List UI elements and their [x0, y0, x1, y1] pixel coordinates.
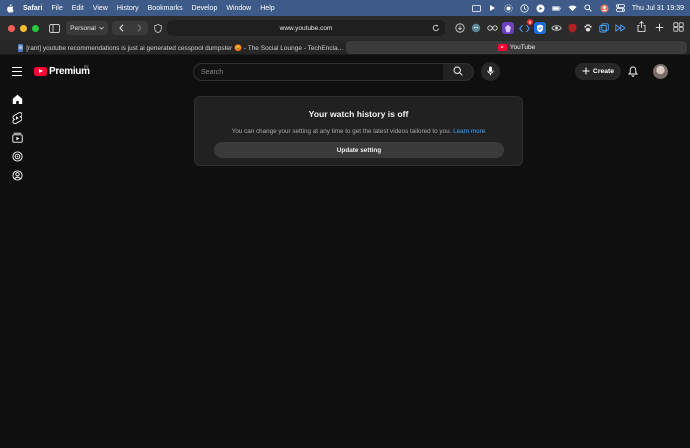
- shield-icon[interactable]: [534, 22, 546, 34]
- play-circle-icon[interactable]: [536, 4, 545, 13]
- url-text: www.youtube.com: [279, 24, 333, 32]
- menubar-status-area: Thu Jul 31 19:39: [471, 0, 684, 16]
- search-icon: [453, 63, 463, 81]
- spotlight-icon[interactable]: [584, 4, 593, 13]
- brightness-icon[interactable]: [504, 3, 513, 13]
- control-center-icon[interactable]: [615, 4, 625, 13]
- account-icon[interactable]: [11, 169, 23, 181]
- reload-icon[interactable]: [431, 23, 441, 33]
- tab-overview-icon[interactable]: [673, 19, 684, 37]
- control-icon[interactable]: [471, 4, 481, 13]
- learn-more-link[interactable]: Learn more: [453, 128, 485, 135]
- card-message: You can change your setting at any time …: [195, 128, 522, 135]
- search-placeholder: Search: [201, 68, 224, 76]
- profile-selector[interactable]: Personal: [66, 21, 108, 35]
- youtube-logo-icon: [34, 67, 47, 76]
- notifications-bell-icon[interactable]: [627, 65, 639, 77]
- your-channel-icon[interactable]: [11, 150, 23, 162]
- menu-window[interactable]: Window: [226, 5, 251, 12]
- tab-bar: ⊞ [rant] youtube recommendations is just…: [0, 40, 690, 55]
- subscriptions-icon[interactable]: [11, 131, 23, 143]
- safari-toolbar: Personal www.youtube.com 9: [0, 16, 690, 40]
- address-bar[interactable]: www.youtube.com: [167, 20, 445, 36]
- obsidian-extension-icon[interactable]: [502, 22, 514, 34]
- new-tab-icon[interactable]: [655, 19, 664, 37]
- extensions-bar: 9: [454, 19, 626, 36]
- navigation-buttons: [112, 21, 148, 35]
- guide-menu-icon[interactable]: [12, 67, 22, 76]
- minimize-window-button[interactable]: [20, 24, 27, 32]
- battery-icon[interactable]: [551, 4, 561, 13]
- menu-view[interactable]: View: [93, 5, 108, 12]
- create-label: Create: [592, 68, 615, 75]
- search-input[interactable]: Search: [193, 63, 445, 81]
- card-message-text: You can change your setting at any time …: [231, 128, 452, 135]
- apple-icon[interactable]: [6, 3, 14, 13]
- microphone-icon: [487, 63, 494, 81]
- macos-menubar: Safari File Edit View History Bookmarks …: [0, 0, 690, 16]
- fast-forward-extension-icon[interactable]: [614, 22, 626, 34]
- eye-extension-icon[interactable]: [550, 22, 562, 34]
- close-window-button[interactable]: [8, 24, 15, 32]
- privacy-report-icon[interactable]: [152, 21, 164, 35]
- download-icon[interactable]: [454, 22, 466, 34]
- menu-file[interactable]: File: [51, 5, 62, 12]
- menu-app-name[interactable]: Safari: [23, 5, 42, 12]
- chevron-down-icon: [99, 25, 104, 32]
- tab-forum-thread[interactable]: ⊞ [rant] youtube recommendations is just…: [15, 41, 343, 54]
- menubar-clock[interactable]: Thu Jul 31 19:39: [632, 5, 684, 12]
- ghost-extension-icon[interactable]: [470, 22, 482, 34]
- window-controls: [8, 24, 39, 32]
- back-button[interactable]: [112, 21, 130, 35]
- menu-bookmarks[interactable]: Bookmarks: [148, 5, 183, 12]
- menu-help[interactable]: Help: [260, 5, 274, 12]
- paw-extension-icon[interactable]: [582, 22, 594, 34]
- wifi-icon[interactable]: [568, 4, 577, 13]
- tab-manager-icon[interactable]: [598, 22, 610, 34]
- toolbar-actions: [637, 20, 684, 36]
- tab-title: YouTube: [509, 44, 536, 51]
- menu-edit[interactable]: Edit: [72, 5, 84, 12]
- user-switch-icon[interactable]: [600, 4, 609, 13]
- home-icon[interactable]: [11, 93, 23, 105]
- shorts-icon[interactable]: [11, 112, 23, 124]
- fullscreen-window-button[interactable]: [32, 24, 39, 32]
- extension-badge: 9: [527, 19, 533, 25]
- forum-favicon-icon: ⊞: [18, 43, 24, 52]
- update-setting-button[interactable]: Update setting: [214, 142, 504, 158]
- plus-icon: [582, 67, 590, 77]
- search-button[interactable]: [443, 63, 474, 81]
- menu-develop[interactable]: Develop: [192, 5, 218, 12]
- sidebar-toggle-icon[interactable]: [48, 21, 60, 35]
- share-icon[interactable]: [637, 19, 646, 37]
- forward-button[interactable]: [130, 21, 148, 35]
- avatar[interactable]: [653, 64, 668, 79]
- ublock-icon[interactable]: [566, 22, 578, 34]
- devtools-extension-icon[interactable]: 9: [518, 19, 533, 34]
- timer-icon[interactable]: [520, 3, 529, 13]
- youtube-favicon-icon: [497, 44, 507, 51]
- card-title: Your watch history is off: [308, 109, 409, 119]
- youtube-premium-logo[interactable]: Premium: [34, 66, 90, 77]
- region-code: IN: [84, 64, 89, 69]
- create-button[interactable]: Create: [575, 63, 621, 80]
- profile-label: Personal: [70, 24, 96, 32]
- play-icon[interactable]: [488, 4, 497, 13]
- voice-search-button[interactable]: [481, 62, 500, 81]
- tab-youtube[interactable]: YouTube: [346, 41, 687, 54]
- menu-history[interactable]: History: [117, 5, 139, 12]
- tab-title: [rant] youtube recommendations is just a…: [26, 44, 343, 52]
- glasses-extension-icon[interactable]: [486, 22, 498, 34]
- watch-history-off-card: Your watch history is off You can change…: [194, 96, 523, 166]
